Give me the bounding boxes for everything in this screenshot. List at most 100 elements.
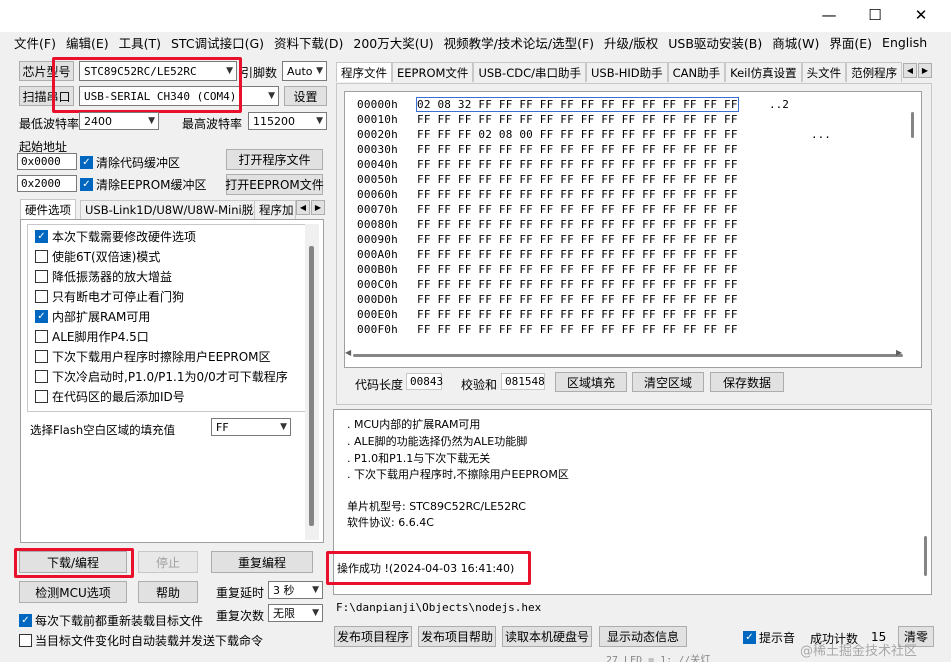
check-mcu-options-button[interactable]: 检测MCU选项 xyxy=(19,581,127,603)
check-icon[interactable]: ✓ xyxy=(80,156,93,169)
tab-scroll-right-button[interactable]: ▶ xyxy=(311,200,325,215)
watermark: @稀土掘金技术社区 xyxy=(800,644,918,659)
tab-usb-link[interactable]: USB-Link1D/U8W/U8W-Mini脱机 xyxy=(80,200,270,219)
menu-download[interactable]: 资料下载(D) xyxy=(274,33,343,52)
tab-hardware-options[interactable]: 硬件选项 xyxy=(20,199,76,219)
code-address-input[interactable]: 0x0000 xyxy=(17,153,77,170)
eeprom-address-value: 0x2000 xyxy=(21,177,61,190)
repeat-delay-select[interactable]: 3 秒 ▼ xyxy=(268,581,323,599)
checkbox[interactable] xyxy=(35,369,48,383)
fill-region-button[interactable]: 区域填充 xyxy=(555,372,627,392)
hw-option-label: ALE脚用作P4.5口 xyxy=(52,329,149,344)
menu-video[interactable]: 视频教学/技术论坛/选型(F) xyxy=(444,33,594,52)
settings-button[interactable]: 设置 xyxy=(284,86,327,106)
tab-eeprom-file[interactable]: EEPROM文件 xyxy=(392,62,474,82)
tab-scroll-left-button[interactable]: ◀ xyxy=(296,200,310,215)
maximize-button[interactable]: ☐ xyxy=(852,0,898,30)
maximize-icon: ☐ xyxy=(868,6,882,24)
hex-horizontal-scrollbar[interactable] xyxy=(353,354,903,357)
publish-help-button[interactable]: 发布项目帮助 xyxy=(418,626,496,647)
stop-button[interactable]: 停止 xyxy=(138,551,198,573)
menu-shop[interactable]: 商城(W) xyxy=(772,33,819,52)
hex-row: 00040h FF FF FF FF FF FF FF FF FF FF FF F… xyxy=(357,158,738,171)
min-baud-select[interactable]: 2400 ▼ xyxy=(79,112,159,130)
open-eeprom-file-button[interactable]: 打开EEPROM文件 xyxy=(225,174,324,195)
show-dynamic-info-button[interactable]: 显示动态信息 xyxy=(599,626,687,647)
menu-english[interactable]: English xyxy=(882,35,927,50)
options-scrollbar[interactable] xyxy=(305,224,319,540)
checkbox[interactable] xyxy=(35,269,48,283)
check-icon[interactable]: ✓ xyxy=(35,229,48,243)
checkbox[interactable] xyxy=(19,634,32,647)
checkbox[interactable] xyxy=(35,249,48,263)
right-tab-bar: 程序文件 EEPROM文件 USB-CDC/串口助手 USB-HID助手 CAN… xyxy=(336,62,903,82)
eeprom-address-input[interactable]: 0x2000 xyxy=(17,175,77,192)
hw-option-cold-boot[interactable]: 下次冷启动时,P1.0/P1.1为0/0才可下载程序 xyxy=(35,367,288,385)
hw-option-ale[interactable]: ALE脚用作P4.5口 xyxy=(35,327,149,345)
checkbox[interactable] xyxy=(35,289,48,303)
right-tab-scroll-left-button[interactable]: ◀ xyxy=(903,63,917,78)
hw-option-add-id[interactable]: 在代码区的最后添加ID号 xyxy=(35,387,185,405)
checkbox[interactable] xyxy=(35,349,48,363)
menu-file[interactable]: 文件(F) xyxy=(14,33,56,52)
checkbox[interactable] xyxy=(35,389,48,403)
reload-before-download-option[interactable]: ✓ 每次下载前都重新装载目标文件 xyxy=(19,612,203,629)
tab-program-file[interactable]: 程序文件 xyxy=(336,62,392,82)
tab-label: CAN助手 xyxy=(672,65,721,80)
menu-interface[interactable]: 界面(E) xyxy=(829,33,872,52)
log-line: . MCU内部的扩展RAM可用 xyxy=(347,418,481,431)
check-icon[interactable]: ✓ xyxy=(743,631,756,644)
pin-count-select[interactable]: Auto ▼ xyxy=(282,61,327,81)
tab-hid-helper[interactable]: USB-HID助手 xyxy=(585,62,668,82)
clear-eeprom-option[interactable]: ✓ 清除EEPROM缓冲区 xyxy=(80,176,207,193)
tab-examples[interactable]: 范例程序 xyxy=(846,62,903,82)
hw-option-erase-eeprom[interactable]: 下次下载用户程序时擦除用户EEPROM区 xyxy=(35,347,271,365)
clear-region-button[interactable]: 清空区域 xyxy=(632,372,704,392)
flash-fill-select[interactable]: FF ▼ xyxy=(211,418,291,436)
hex-viewer[interactable]: 00000h 02 08 32 FF FF FF FF FF FF FF FF F… xyxy=(344,91,922,368)
hw-option-modify[interactable]: ✓ 本次下载需要修改硬件选项 xyxy=(35,227,196,245)
hw-option-6t[interactable]: 使能6T(双倍速)模式 xyxy=(35,247,160,265)
log-scrollbar[interactable] xyxy=(924,536,927,576)
tab-serial-helper[interactable]: USB-CDC/串口助手 xyxy=(473,62,586,82)
scrollbar-thumb[interactable] xyxy=(309,246,314,526)
check-icon[interactable]: ✓ xyxy=(35,309,48,323)
clear-code-label: 清除代码缓冲区 xyxy=(96,156,181,170)
menu-upgrade[interactable]: 升级/版权 xyxy=(604,33,658,52)
help-button[interactable]: 帮助 xyxy=(138,581,198,603)
check-icon[interactable]: ✓ xyxy=(19,614,32,627)
read-disk-id-button[interactable]: 读取本机硬盘号 xyxy=(502,626,592,647)
repeat-program-button[interactable]: 重复编程 xyxy=(211,551,313,573)
hw-option-watchdog[interactable]: 只有断电才可停止看门狗 xyxy=(35,287,184,305)
menu-edit[interactable]: 编辑(E) xyxy=(66,33,109,52)
auto-send-option[interactable]: 当目标文件变化时自动装载并发送下载命令 xyxy=(19,632,263,649)
clear-code-option[interactable]: ✓ 清除代码缓冲区 xyxy=(80,154,180,171)
chevron-down-icon: ▼ xyxy=(268,91,275,101)
save-data-button[interactable]: 保存数据 xyxy=(710,372,784,392)
repeat-count-select[interactable]: 无限 ▼ xyxy=(268,604,323,622)
beep-option[interactable]: ✓ 提示音 xyxy=(743,629,795,646)
right-tab-scroll-right-button[interactable]: ▶ xyxy=(918,63,932,78)
publish-program-button[interactable]: 发布项目程序 xyxy=(334,626,412,647)
min-baud-value: 2400 xyxy=(84,114,112,128)
menu-usb-driver[interactable]: USB驱动安装(B) xyxy=(668,33,762,52)
menu-tools[interactable]: 工具(T) xyxy=(119,33,161,52)
open-program-file-button[interactable]: 打开程序文件 xyxy=(226,149,323,170)
tab-can-helper[interactable]: CAN助手 xyxy=(667,62,726,82)
menu-debug[interactable]: STC调试接口(G) xyxy=(171,33,264,52)
minimize-button[interactable]: — xyxy=(806,0,852,30)
max-baud-select[interactable]: 115200 ▼ xyxy=(248,112,327,130)
tab-keil-settings[interactable]: Keil仿真设置 xyxy=(725,62,802,82)
hex-row: 000F0h FF FF FF FF FF FF FF FF FF FF FF F… xyxy=(357,323,738,336)
tab-program-encrypt[interactable]: 程序加 xyxy=(254,200,296,219)
close-button[interactable]: ✕ xyxy=(898,0,944,30)
scroll-right-icon[interactable]: ▶ xyxy=(896,348,902,357)
hw-option-gain[interactable]: 降低振荡器的放大增益 xyxy=(35,267,172,285)
menu-prize[interactable]: 200万大奖(U) xyxy=(353,33,433,52)
hw-option-xram[interactable]: ✓ 内部扩展RAM可用 xyxy=(35,307,150,325)
scroll-left-icon[interactable]: ◀ xyxy=(345,348,351,357)
tab-header-file[interactable]: 头文件 xyxy=(801,62,847,82)
hex-vertical-scrollbar[interactable] xyxy=(911,112,914,138)
checkbox[interactable] xyxy=(35,329,48,343)
check-icon[interactable]: ✓ xyxy=(80,178,93,191)
